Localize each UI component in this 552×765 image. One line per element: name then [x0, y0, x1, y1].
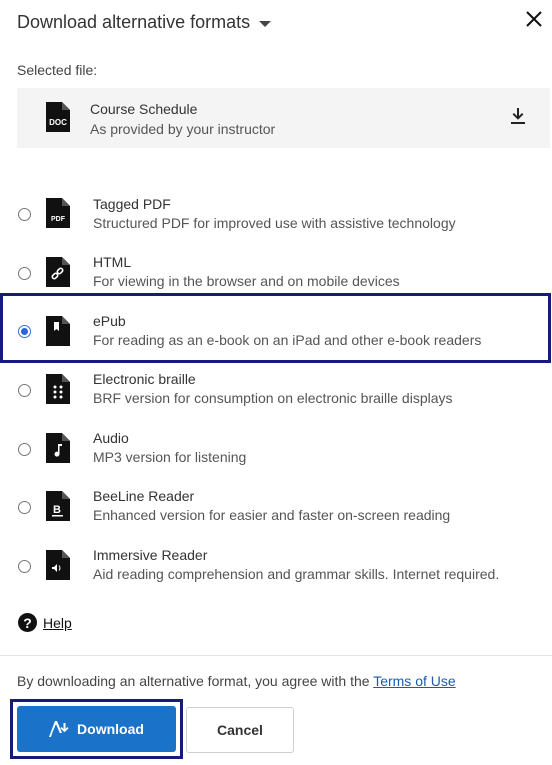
file-source: As provided by your instructor — [90, 121, 276, 137]
selected-file-card: DOC Course Schedule As provided by your … — [17, 88, 550, 148]
format-option-immersive-reader[interactable]: Immersive Reader Aid reading comprehensi… — [0, 545, 552, 600]
pdf-file-icon: PDF — [46, 198, 70, 228]
radio-html[interactable] — [18, 267, 31, 280]
terms-agreement: By downloading an alternative format, yo… — [17, 673, 456, 689]
radio-tagged-pdf[interactable] — [18, 208, 31, 221]
help-label: Help — [43, 614, 72, 631]
format-desc: BRF version for consumption on electroni… — [93, 390, 453, 406]
dialog-title-dropdown[interactable]: Download alternative formats — [17, 10, 272, 34]
doc-type-label: DOC — [49, 118, 67, 127]
doc-file-icon: DOC — [46, 102, 70, 132]
chevron-down-icon — [259, 20, 272, 27]
format-name: BeeLine Reader — [93, 488, 195, 504]
radio-electronic-braille[interactable] — [18, 384, 31, 397]
format-name: Tagged PDF — [93, 196, 171, 212]
format-option-electronic-braille[interactable]: Electronic braille BRF version for consu… — [0, 369, 552, 424]
terms-of-use-link[interactable]: Terms of Use — [373, 673, 455, 689]
selected-file-label: Selected file: — [17, 62, 98, 78]
epub-book-icon — [46, 316, 70, 346]
dialog-title: Download alternative formats — [17, 11, 251, 32]
format-desc: Structured PDF for improved use with ass… — [93, 215, 456, 231]
radio-audio[interactable] — [18, 443, 31, 456]
format-name: ePub — [93, 313, 126, 329]
beeline-icon-label: B — [53, 504, 61, 516]
close-icon — [526, 11, 542, 27]
footer-divider — [0, 655, 552, 656]
format-desc: For viewing in the browser and on mobile… — [93, 273, 400, 289]
format-name: HTML — [93, 254, 132, 270]
radio-epub[interactable] — [18, 325, 31, 338]
format-name: Electronic braille — [93, 371, 196, 387]
close-button[interactable] — [524, 8, 544, 30]
download-icon[interactable] — [511, 108, 525, 124]
format-option-epub[interactable]: ePub For reading as an e-book on an iPad… — [0, 293, 551, 363]
format-desc: Enhanced version for easier and faster o… — [93, 507, 451, 523]
download-alternative-formats-dialog: Download alternative formats Selected fi… — [0, 0, 552, 765]
format-name: Immersive Reader — [93, 547, 208, 563]
help-link[interactable]: ? Help — [18, 613, 72, 632]
format-option-tagged-pdf[interactable]: PDF Tagged PDF Structured PDF for improv… — [0, 193, 552, 248]
file-name: Course Schedule — [90, 101, 198, 117]
help-icon: ? — [18, 613, 37, 632]
download-button-focus-ring: Download — [10, 699, 183, 759]
download-icon — [49, 721, 69, 737]
format-desc: Aid reading comprehension and grammar sk… — [93, 566, 500, 582]
audio-file-icon — [46, 433, 70, 463]
terms-agreement-text: By downloading an alternative format, yo… — [17, 673, 374, 689]
radio-immersive-reader[interactable] — [18, 560, 31, 573]
braille-file-icon — [46, 374, 70, 404]
format-desc: MP3 version for listening — [93, 449, 247, 465]
format-desc: For reading as an e-book on an iPad and … — [93, 332, 482, 348]
download-button-label: Download — [77, 721, 144, 737]
format-name: Audio — [93, 430, 129, 446]
format-option-audio[interactable]: Audio MP3 version for listening — [0, 428, 552, 483]
immersive-reader-icon — [46, 550, 70, 580]
download-button[interactable]: Download — [17, 706, 176, 752]
html-link-file-icon — [46, 257, 70, 287]
format-option-beeline-reader[interactable]: B BeeLine Reader Enhanced version for ea… — [0, 486, 552, 541]
beeline-file-icon: B — [46, 491, 70, 521]
pdf-icon-label: PDF — [51, 216, 66, 223]
cancel-button[interactable]: Cancel — [186, 707, 294, 753]
radio-beeline-reader[interactable] — [18, 501, 31, 514]
